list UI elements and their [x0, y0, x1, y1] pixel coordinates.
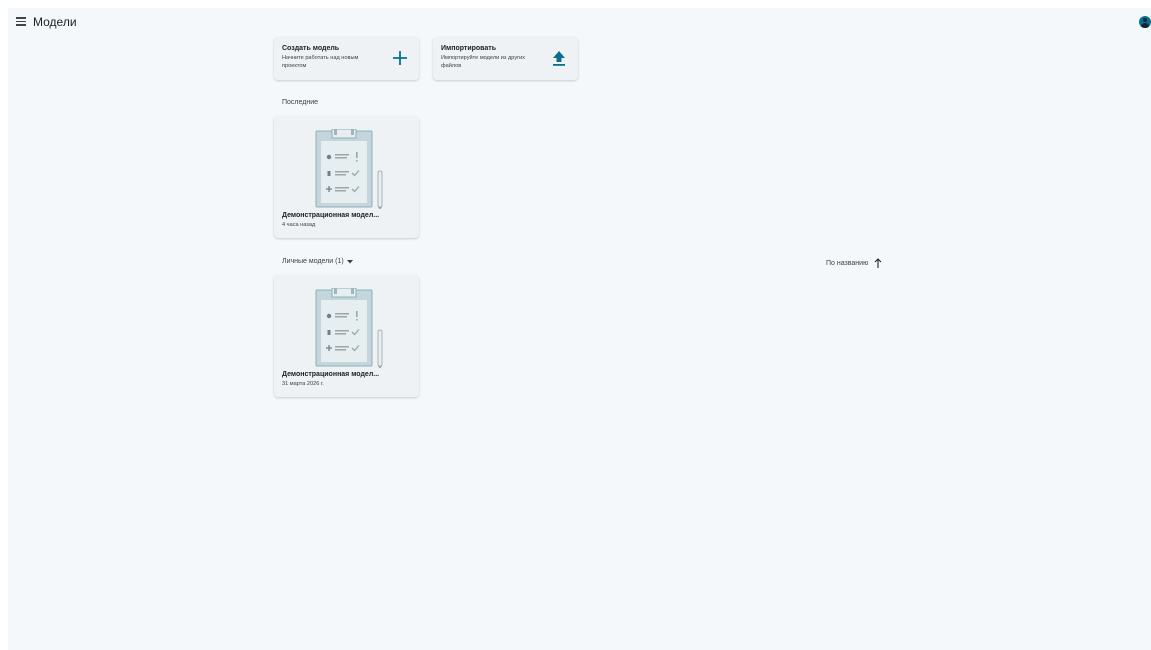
page-title: Модели [33, 15, 77, 29]
model-date: 4 часа назад [282, 222, 316, 228]
create-model-button[interactable]: Создать модель Начните работать над новы… [274, 37, 419, 80]
create-model-description: Начните работать над новым проектом [282, 55, 359, 69]
personal-models-filter[interactable]: Личные модели (1) [282, 258, 353, 265]
import-description: Импортируйте модели из других файлов [441, 55, 526, 69]
recent-section-label: Последние [282, 99, 319, 106]
import-title: Импортировать [441, 45, 497, 52]
account-icon[interactable] [1139, 16, 1151, 28]
model-date: 31 марта 2026 г. [282, 381, 324, 387]
clipboard-icon [312, 129, 392, 209]
sort-button[interactable]: По названию [826, 258, 882, 268]
model-name: Демонстрационная модел... [282, 212, 380, 219]
caret-down-icon [346, 259, 353, 263]
personal-model-card[interactable]: Демонстрационная модел... 31 марта 2026 … [274, 275, 419, 397]
sort-label: По названию [826, 259, 869, 267]
filter-label: Личные модели (1) [282, 258, 344, 265]
upload-icon [553, 51, 565, 66]
plus-icon [393, 51, 407, 65]
app-container: Модели Создать модель Начните работать н… [8, 8, 1151, 650]
arrow-up-icon [874, 258, 882, 268]
recent-model-card[interactable]: Демонстрационная модел... 4 часа назад [274, 116, 419, 238]
menu-icon[interactable] [16, 16, 28, 26]
create-model-title: Создать модель [282, 45, 340, 52]
import-button[interactable]: Импортировать Импортируйте модели из дру… [433, 37, 578, 80]
model-name: Демонстрационная модел... [282, 371, 380, 378]
clipboard-icon [312, 288, 392, 368]
